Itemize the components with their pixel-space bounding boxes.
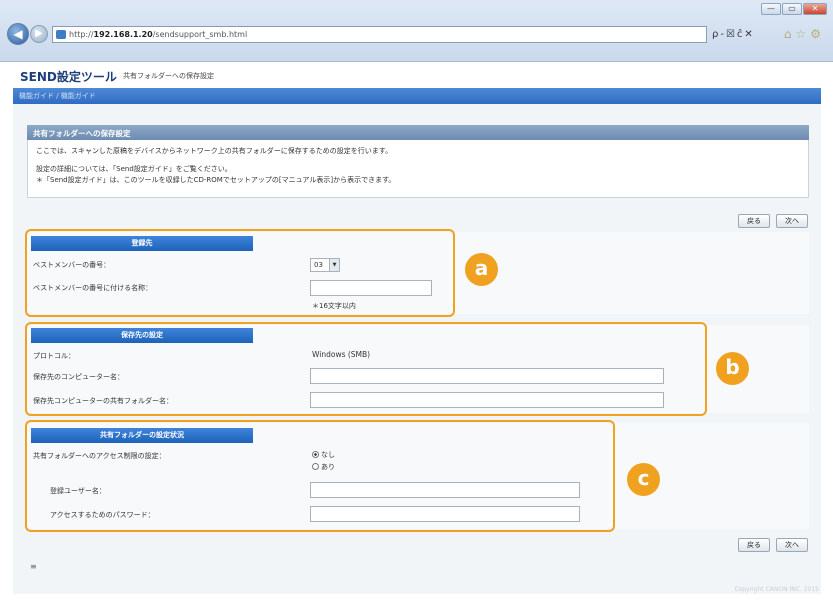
intro-note-line2: ＊「Send設定ガイド」は、このツールを収録したCD-ROMでセットアップの[マ… bbox=[36, 176, 396, 184]
page-icon bbox=[56, 30, 66, 39]
address-path: /sendsupport_smb.html bbox=[152, 30, 248, 39]
home-favorites-settings-icons[interactable]: ⌂☆⚙ bbox=[784, 27, 825, 41]
next-button-top[interactable]: 次へ bbox=[776, 214, 808, 228]
back-button-bottom[interactable]: 戻る bbox=[738, 538, 770, 552]
app-header: SEND設定ツール 共有フォルダーへの保存設定 bbox=[13, 62, 821, 88]
address-prefix: http:// bbox=[69, 30, 94, 39]
callout-b-frame bbox=[25, 322, 707, 416]
breadcrumb[interactable]: 機能ガイド / 機能ガイド bbox=[19, 91, 96, 101]
next-button-bottom[interactable]: 次へ bbox=[776, 538, 808, 552]
footer-mark: ≡ bbox=[30, 562, 37, 571]
window-controls: — ▭ ✕ bbox=[761, 3, 827, 15]
address-tools-icons[interactable]: ρ-☒ĉ✕ bbox=[712, 29, 755, 40]
callout-b-badge: b bbox=[716, 352, 749, 385]
app-title: SEND設定ツール bbox=[20, 70, 117, 84]
page-subtitle: 共有フォルダーへの保存設定 bbox=[123, 72, 214, 80]
callout-c-frame bbox=[25, 420, 615, 532]
copyright: Copyright CANON INC. 2015 bbox=[734, 586, 819, 593]
minimize-button[interactable]: — bbox=[761, 3, 781, 15]
page-title: 共有フォルダーへの保存設定 bbox=[27, 125, 809, 140]
browser-chrome: — ▭ ✕ ◀ ▶ http://192.168.1.20/sendsuppor… bbox=[0, 0, 833, 62]
back-button[interactable]: ◀ bbox=[7, 23, 29, 45]
callout-c-badge: c bbox=[627, 463, 660, 496]
back-button-top[interactable]: 戻る bbox=[738, 214, 770, 228]
intro-box: ここでは、スキャンした原稿をデバイスからネットワーク上の共有フォルダーに保存する… bbox=[27, 140, 809, 198]
intro-text: ここでは、スキャンした原稿をデバイスからネットワーク上の共有フォルダーに保存する… bbox=[36, 147, 393, 155]
close-window-button[interactable]: ✕ bbox=[803, 3, 827, 15]
forward-button[interactable]: ▶ bbox=[30, 25, 48, 43]
callout-a-frame bbox=[25, 229, 455, 317]
callout-a-badge: a bbox=[465, 253, 498, 286]
breadcrumb-bar: 機能ガイド / 機能ガイド bbox=[13, 88, 821, 104]
address-host: 192.168.1.20 bbox=[93, 30, 153, 39]
maximize-button[interactable]: ▭ bbox=[782, 3, 802, 15]
intro-note-line1: 設定の詳細については、「Send設定ガイド」をご覧ください。 bbox=[36, 165, 232, 173]
intro-note: 設定の詳細については、「Send設定ガイド」をご覧ください。 ＊「Send設定ガイ… bbox=[36, 164, 800, 186]
address-bar[interactable]: http://192.168.1.20/sendsupport_smb.html bbox=[52, 26, 707, 43]
